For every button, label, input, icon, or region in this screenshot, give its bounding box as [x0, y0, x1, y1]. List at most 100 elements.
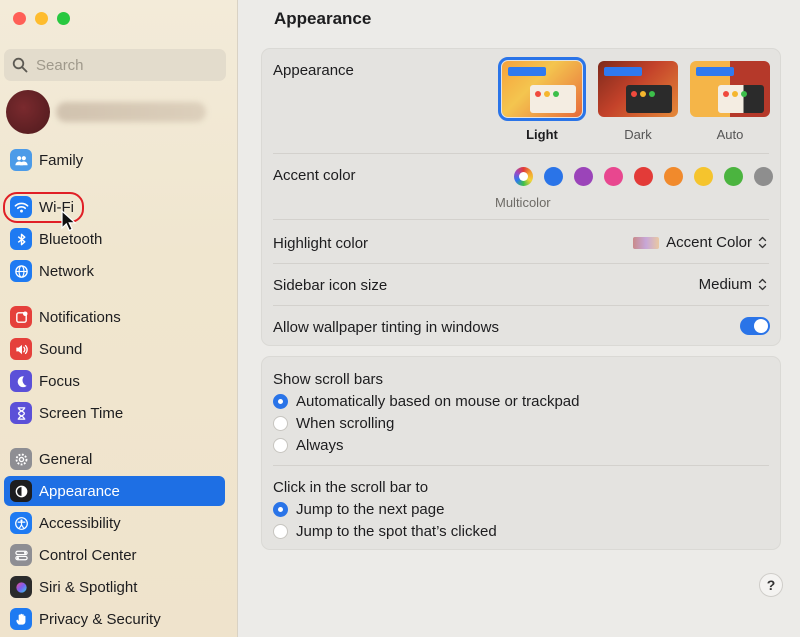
bluetooth-icon	[10, 228, 32, 250]
sidebar-icon-size-popup[interactable]: Medium	[699, 276, 767, 293]
sidebar-icon-size-label: Sidebar icon size	[273, 277, 388, 294]
speaker-icon	[10, 338, 32, 360]
sidebar-item-label: Sound	[39, 340, 83, 358]
hand-icon	[10, 608, 32, 630]
accent-color-label: Accent color	[273, 167, 356, 184]
search-input[interactable]	[36, 56, 216, 74]
sidebar-item-label: Family	[39, 151, 84, 169]
help-button[interactable]: ?	[759, 573, 783, 597]
mouse-pointer-icon	[61, 210, 77, 232]
accent-green-swatch[interactable]	[724, 167, 743, 186]
appearance-settings-card: Appearance Light Dark Auto Accent color	[261, 48, 781, 346]
click-jump-next-page-radio[interactable]: Jump to the next page	[273, 501, 444, 518]
radio-button[interactable]	[273, 438, 288, 453]
accent-pink-swatch[interactable]	[604, 167, 623, 186]
sidebar-item-label: Network	[39, 262, 95, 280]
accent-multicolor-swatch[interactable]	[514, 167, 533, 186]
radio-label: Jump to the spot that’s clicked	[296, 523, 497, 540]
sidebar-item-label: Control Center	[39, 546, 137, 564]
profile-name-blurred	[56, 102, 206, 122]
sidebar-item-sound[interactable]: Sound	[4, 334, 225, 364]
sidebar-item-focus[interactable]: Focus	[4, 366, 225, 396]
appearance-icon	[10, 480, 32, 502]
accent-blue-swatch[interactable]	[544, 167, 563, 186]
divider	[273, 153, 769, 154]
show-scroll-bars-label: Show scroll bars	[273, 371, 384, 388]
sidebar-item-notifications[interactable]: Notifications	[4, 302, 225, 332]
minimize-button[interactable]	[35, 12, 48, 25]
sidebar-item-network[interactable]: Network	[4, 256, 225, 286]
click-jump-to-spot-radio[interactable]: Jump to the spot that’s clicked	[273, 523, 497, 540]
appearance-dark-label: Dark	[624, 127, 652, 142]
sidebar-item-general[interactable]: General	[4, 444, 225, 474]
accent-color-swatches	[514, 167, 773, 186]
apple-id-profile[interactable]	[6, 90, 206, 134]
scroll-bar-settings-card: Show scroll bars Automatically based on …	[261, 356, 781, 550]
radio-button[interactable]	[273, 394, 288, 409]
radio-label: Always	[296, 437, 344, 454]
close-button[interactable]	[13, 12, 26, 25]
appearance-light-thumbnail[interactable]	[498, 57, 586, 121]
page-title: Appearance	[274, 9, 372, 28]
appearance-label: Appearance	[273, 62, 354, 79]
sidebar-item-label: Privacy & Security	[39, 610, 161, 628]
appearance-dark-thumbnail[interactable]	[598, 61, 678, 117]
accent-selected-label: Multicolor	[495, 195, 551, 210]
scroll-bars-when-scrolling-radio[interactable]: When scrolling	[273, 415, 394, 432]
highlight-color-label: Highlight color	[273, 235, 369, 252]
wallpaper-tinting-toggle[interactable]	[740, 317, 770, 335]
hourglass-icon	[10, 402, 32, 424]
radio-button[interactable]	[273, 524, 288, 539]
sidebar-item-screen-time[interactable]: Screen Time	[4, 398, 225, 428]
sidebar-item-label: Focus	[39, 372, 80, 390]
divider	[273, 219, 769, 220]
wallpaper-tinting-label: Allow wallpaper tinting in windows	[273, 319, 499, 336]
sidebar-item-bluetooth[interactable]: Bluetooth	[4, 224, 225, 254]
sidebar-item-siri-spotlight[interactable]: Siri & Spotlight	[4, 572, 225, 602]
avatar	[6, 90, 50, 134]
accent-graphite-swatch[interactable]	[754, 167, 773, 186]
sidebar-item-family[interactable]: Family	[4, 145, 225, 175]
sidebar-item-appearance[interactable]: Appearance	[4, 476, 225, 506]
divider	[273, 263, 769, 264]
accent-purple-swatch[interactable]	[574, 167, 593, 186]
highlight-color-value: Accent Color	[666, 234, 752, 251]
gear-icon	[10, 448, 32, 470]
sidebar-item-label: General	[39, 450, 93, 468]
chevron-updown-icon	[757, 235, 767, 251]
highlight-color-preview	[633, 236, 660, 249]
sidebar-item-label: Appearance	[39, 482, 120, 500]
accent-yellow-swatch[interactable]	[694, 167, 713, 186]
family-icon	[10, 149, 32, 171]
divider	[273, 465, 769, 466]
radio-button[interactable]	[273, 416, 288, 431]
sidebar-item-label: Screen Time	[39, 404, 124, 422]
moon-icon	[10, 370, 32, 392]
appearance-auto-thumbnail[interactable]	[690, 61, 770, 117]
accessibility-icon	[10, 512, 32, 534]
scroll-bars-automatic-radio[interactable]: Automatically based on mouse or trackpad	[273, 393, 579, 410]
sidebar: Family Wi-Fi Bluetooth Network Notificat…	[0, 0, 238, 637]
divider	[273, 305, 769, 306]
highlight-color-popup[interactable]: Accent Color	[633, 234, 767, 251]
sidebar-icon-size-value: Medium	[698, 276, 752, 293]
radio-label: When scrolling	[296, 415, 395, 432]
sidebar-item-control-center[interactable]: Control Center	[4, 540, 225, 570]
sidebar-item-label: Notifications	[39, 308, 121, 326]
radio-button[interactable]	[273, 502, 288, 517]
accent-orange-swatch[interactable]	[664, 167, 683, 186]
siri-icon	[10, 576, 32, 598]
zoom-button[interactable]	[57, 12, 70, 25]
globe-icon	[10, 260, 32, 282]
search-field[interactable]	[4, 49, 226, 81]
accent-red-swatch[interactable]	[634, 167, 653, 186]
window-controls	[13, 12, 70, 25]
scroll-bars-always-radio[interactable]: Always	[273, 437, 344, 454]
magnifier-icon	[12, 57, 28, 73]
sidebar-item-accessibility[interactable]: Accessibility	[4, 508, 225, 538]
sidebar-item-privacy-security[interactable]: Privacy & Security	[4, 604, 225, 634]
radio-label: Jump to the next page	[296, 501, 445, 518]
appearance-light-label: Light	[526, 127, 558, 142]
sidebar-item-label: Siri & Spotlight	[39, 578, 138, 596]
chevron-updown-icon	[757, 277, 767, 293]
